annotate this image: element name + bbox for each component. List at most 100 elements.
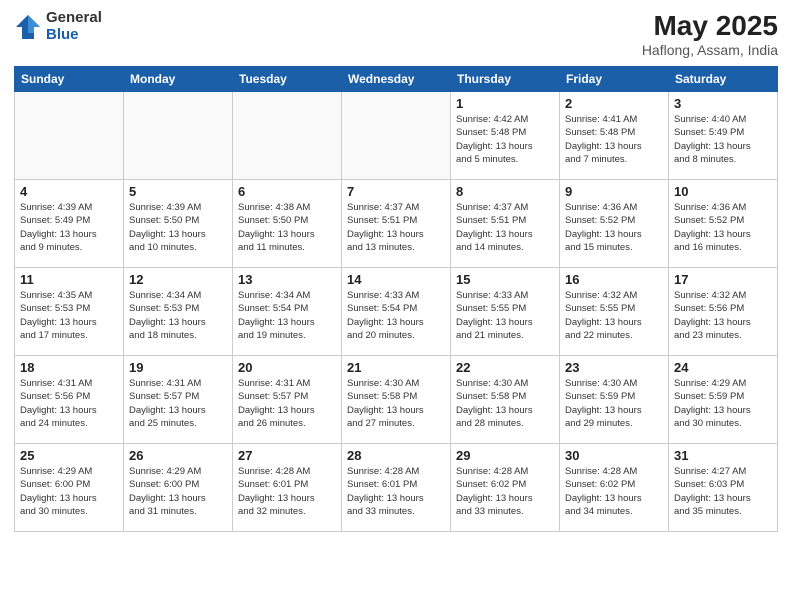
day-number: 26 bbox=[129, 448, 227, 463]
calendar-title: May 2025 bbox=[642, 10, 778, 42]
day-info: Sunrise: 4:33 AM Sunset: 5:54 PM Dayligh… bbox=[347, 289, 445, 342]
day-info: Sunrise: 4:38 AM Sunset: 5:50 PM Dayligh… bbox=[238, 201, 336, 254]
day-number: 19 bbox=[129, 360, 227, 375]
day-number: 22 bbox=[456, 360, 554, 375]
logo-general-text: General bbox=[46, 10, 102, 27]
day-number: 25 bbox=[20, 448, 118, 463]
table-row: 5 Sunrise: 4:39 AM Sunset: 5:50 PM Daylig… bbox=[124, 180, 233, 268]
table-row: 12Sunrise: 4:34 AM Sunset: 5:53 PM Dayli… bbox=[124, 268, 233, 356]
col-wednesday: Wednesday bbox=[342, 67, 451, 92]
day-info: Sunrise: 4:29 AM Sunset: 6:00 PM Dayligh… bbox=[129, 465, 227, 518]
calendar-location: Haflong, Assam, India bbox=[642, 42, 778, 58]
day-info: Sunrise: 4:39 AM Sunset: 5:50 PM Dayligh… bbox=[129, 201, 227, 254]
calendar-week-row: 4 Sunrise: 4:39 AM Sunset: 5:49 PM Daylig… bbox=[15, 180, 778, 268]
col-tuesday: Tuesday bbox=[233, 67, 342, 92]
logo-blue-text: Blue bbox=[46, 27, 102, 44]
calendar-header-row: Sunday Monday Tuesday Wednesday Thursday… bbox=[15, 67, 778, 92]
table-row: 6Sunrise: 4:38 AM Sunset: 5:50 PM Daylig… bbox=[233, 180, 342, 268]
table-row: 7 Sunrise: 4:37 AM Sunset: 5:51 PM Daylig… bbox=[342, 180, 451, 268]
day-number: 30 bbox=[565, 448, 663, 463]
table-row: 18 Sunrise: 4:31 AM Sunset: 5:56 PM Dayli… bbox=[15, 356, 124, 444]
day-number: 29 bbox=[456, 448, 554, 463]
day-number: 14 bbox=[347, 272, 445, 287]
day-info: Sunrise: 4:37 AM Sunset: 5:51 PM Dayligh… bbox=[456, 201, 554, 254]
day-info: Sunrise: 4:37 AM Sunset: 5:51 PM Dayligh… bbox=[347, 201, 445, 254]
day-number: 12 bbox=[129, 272, 227, 287]
day-number: 20 bbox=[238, 360, 336, 375]
day-info: Sunrise: 4:32 AM Sunset: 5:56 PM Dayligh… bbox=[674, 289, 772, 342]
day-number: 27 bbox=[238, 448, 336, 463]
day-number: 21 bbox=[347, 360, 445, 375]
day-number: 8 bbox=[456, 184, 554, 199]
col-friday: Friday bbox=[560, 67, 669, 92]
day-info: Sunrise: 4:39 AM Sunset: 5:49 PM Dayligh… bbox=[20, 201, 118, 254]
table-row: 3 Sunrise: 4:40 AM Sunset: 5:49 PM Daylig… bbox=[669, 92, 778, 180]
day-number: 24 bbox=[674, 360, 772, 375]
calendar-table: Sunday Monday Tuesday Wednesday Thursday… bbox=[14, 66, 778, 532]
table-row: 8 Sunrise: 4:37 AM Sunset: 5:51 PM Daylig… bbox=[451, 180, 560, 268]
day-info: Sunrise: 4:31 AM Sunset: 5:57 PM Dayligh… bbox=[238, 377, 336, 430]
logo-icon bbox=[14, 13, 42, 41]
day-info: Sunrise: 4:28 AM Sunset: 6:02 PM Dayligh… bbox=[456, 465, 554, 518]
day-info: Sunrise: 4:29 AM Sunset: 6:00 PM Dayligh… bbox=[20, 465, 118, 518]
table-row: 4 Sunrise: 4:39 AM Sunset: 5:49 PM Daylig… bbox=[15, 180, 124, 268]
table-row: 1 Sunrise: 4:42 AM Sunset: 5:48 PM Daylig… bbox=[451, 92, 560, 180]
table-row: 28 Sunrise: 4:28 AM Sunset: 6:01 PM Dayli… bbox=[342, 444, 451, 532]
table-row: 29 Sunrise: 4:28 AM Sunset: 6:02 PM Dayli… bbox=[451, 444, 560, 532]
day-number: 5 bbox=[129, 184, 227, 199]
day-number: 31 bbox=[674, 448, 772, 463]
calendar-week-row: 25 Sunrise: 4:29 AM Sunset: 6:00 PM Dayli… bbox=[15, 444, 778, 532]
day-number: 23 bbox=[565, 360, 663, 375]
day-number: 3 bbox=[674, 96, 772, 111]
day-number: 7 bbox=[347, 184, 445, 199]
day-number: 9 bbox=[565, 184, 663, 199]
col-sunday: Sunday bbox=[15, 67, 124, 92]
day-info: Sunrise: 4:40 AM Sunset: 5:49 PM Dayligh… bbox=[674, 113, 772, 166]
table-row: 9Sunrise: 4:36 AM Sunset: 5:52 PM Daylig… bbox=[560, 180, 669, 268]
day-info: Sunrise: 4:27 AM Sunset: 6:03 PM Dayligh… bbox=[674, 465, 772, 518]
day-info: Sunrise: 4:31 AM Sunset: 5:57 PM Dayligh… bbox=[129, 377, 227, 430]
table-row bbox=[15, 92, 124, 180]
day-number: 1 bbox=[456, 96, 554, 111]
table-row bbox=[124, 92, 233, 180]
day-info: Sunrise: 4:30 AM Sunset: 5:58 PM Dayligh… bbox=[456, 377, 554, 430]
table-row: 26 Sunrise: 4:29 AM Sunset: 6:00 PM Dayli… bbox=[124, 444, 233, 532]
table-row: 2Sunrise: 4:41 AM Sunset: 5:48 PM Daylig… bbox=[560, 92, 669, 180]
day-number: 10 bbox=[674, 184, 772, 199]
table-row: 19 Sunrise: 4:31 AM Sunset: 5:57 PM Dayli… bbox=[124, 356, 233, 444]
table-row: 13Sunrise: 4:34 AM Sunset: 5:54 PM Dayli… bbox=[233, 268, 342, 356]
calendar-week-row: 1 Sunrise: 4:42 AM Sunset: 5:48 PM Daylig… bbox=[15, 92, 778, 180]
day-number: 4 bbox=[20, 184, 118, 199]
day-info: Sunrise: 4:31 AM Sunset: 5:56 PM Dayligh… bbox=[20, 377, 118, 430]
table-row: 24 Sunrise: 4:29 AM Sunset: 5:59 PM Dayli… bbox=[669, 356, 778, 444]
day-info: Sunrise: 4:28 AM Sunset: 6:01 PM Dayligh… bbox=[238, 465, 336, 518]
table-row: 11 Sunrise: 4:35 AM Sunset: 5:53 PM Dayli… bbox=[15, 268, 124, 356]
table-row: 23Sunrise: 4:30 AM Sunset: 5:59 PM Dayli… bbox=[560, 356, 669, 444]
table-row: 17 Sunrise: 4:32 AM Sunset: 5:56 PM Dayli… bbox=[669, 268, 778, 356]
calendar-week-row: 11 Sunrise: 4:35 AM Sunset: 5:53 PM Dayli… bbox=[15, 268, 778, 356]
table-row: 10 Sunrise: 4:36 AM Sunset: 5:52 PM Dayli… bbox=[669, 180, 778, 268]
header: General Blue May 2025 Haflong, Assam, In… bbox=[14, 10, 778, 58]
day-number: 28 bbox=[347, 448, 445, 463]
title-block: May 2025 Haflong, Assam, India bbox=[642, 10, 778, 58]
day-number: 11 bbox=[20, 272, 118, 287]
table-row: 22 Sunrise: 4:30 AM Sunset: 5:58 PM Dayli… bbox=[451, 356, 560, 444]
logo: General Blue bbox=[14, 10, 102, 43]
page-container: General Blue May 2025 Haflong, Assam, In… bbox=[0, 0, 792, 612]
day-number: 15 bbox=[456, 272, 554, 287]
table-row: 25 Sunrise: 4:29 AM Sunset: 6:00 PM Dayli… bbox=[15, 444, 124, 532]
day-number: 18 bbox=[20, 360, 118, 375]
day-number: 17 bbox=[674, 272, 772, 287]
day-info: Sunrise: 4:35 AM Sunset: 5:53 PM Dayligh… bbox=[20, 289, 118, 342]
day-info: Sunrise: 4:28 AM Sunset: 6:02 PM Dayligh… bbox=[565, 465, 663, 518]
day-info: Sunrise: 4:42 AM Sunset: 5:48 PM Dayligh… bbox=[456, 113, 554, 166]
day-info: Sunrise: 4:29 AM Sunset: 5:59 PM Dayligh… bbox=[674, 377, 772, 430]
table-row bbox=[342, 92, 451, 180]
logo-text: General Blue bbox=[46, 10, 102, 43]
day-info: Sunrise: 4:36 AM Sunset: 5:52 PM Dayligh… bbox=[674, 201, 772, 254]
table-row: 30 Sunrise: 4:28 AM Sunset: 6:02 PM Dayli… bbox=[560, 444, 669, 532]
day-info: Sunrise: 4:28 AM Sunset: 6:01 PM Dayligh… bbox=[347, 465, 445, 518]
day-number: 2 bbox=[565, 96, 663, 111]
day-info: Sunrise: 4:34 AM Sunset: 5:54 PM Dayligh… bbox=[238, 289, 336, 342]
table-row bbox=[233, 92, 342, 180]
